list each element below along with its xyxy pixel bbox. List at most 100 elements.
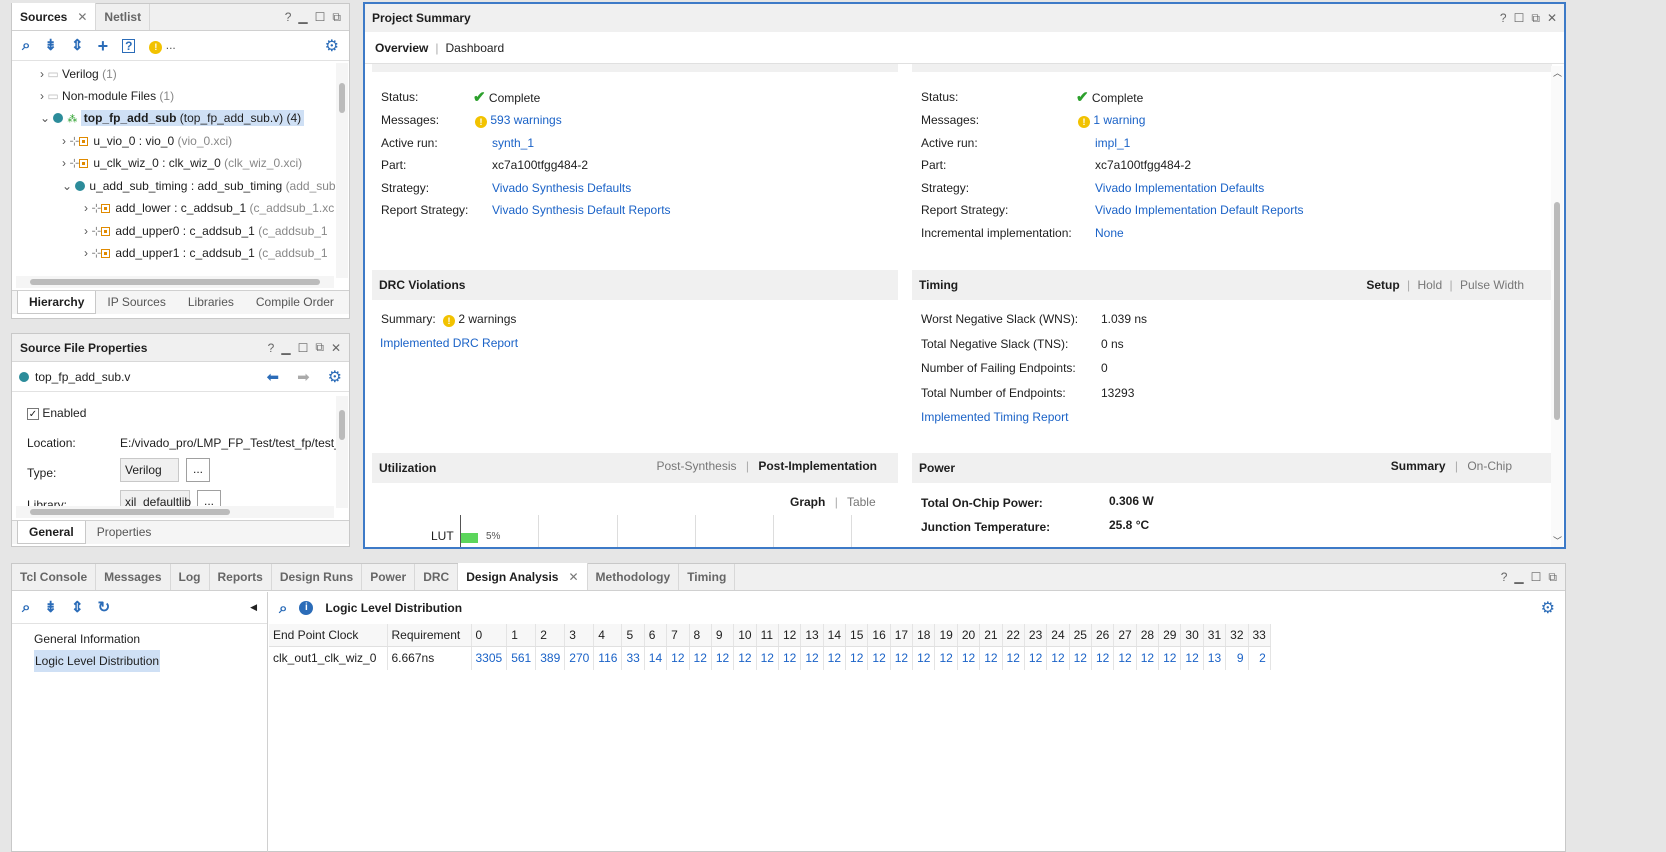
tab-netlist[interactable]: Netlist <box>96 4 151 30</box>
synth-run-link[interactable]: synth_1 <box>492 136 534 150</box>
close-icon[interactable]: ✕ <box>568 564 578 590</box>
logic-level-header[interactable]: 28 <box>1136 624 1160 647</box>
help-icon[interactable]: ? <box>285 10 292 24</box>
logic-level-header[interactable]: 7 <box>666 624 690 647</box>
logic-level-header[interactable]: 3 <box>564 624 595 647</box>
logic-level-header[interactable]: 9 <box>711 624 735 647</box>
tree-row-verilog[interactable]: › ▭ Verilog (1) <box>40 63 117 85</box>
minimize-icon[interactable]: ▁ <box>298 10 307 24</box>
logic-level-count[interactable]: 12 <box>890 646 914 670</box>
logic-level-header[interactable]: 10 <box>733 624 757 647</box>
power-mode-summary[interactable]: Summary <box>1391 459 1446 473</box>
synth-report-link[interactable]: Vivado Synthesis Default Reports <box>492 203 671 217</box>
tab-overview[interactable]: Overview <box>375 41 428 55</box>
scroll-thumb[interactable] <box>30 279 320 285</box>
tree-row-add-sub-timing[interactable]: ⌄ u_add_sub_timing : add_sub_timing (add… <box>62 175 336 197</box>
nav-item-general-information[interactable]: General Information <box>34 629 140 649</box>
collapse-all-icon[interactable]: ⇟ <box>44 600 57 615</box>
scroll-thumb[interactable] <box>30 509 230 515</box>
logic-level-count[interactable]: 33 <box>621 646 645 670</box>
maximize-icon[interactable]: ☐ <box>315 10 326 24</box>
synth-strategy-link[interactable]: Vivado Synthesis Defaults <box>492 181 631 195</box>
props-vscrollbar[interactable] <box>336 396 348 508</box>
close-icon[interactable]: ✕ <box>331 341 341 355</box>
logic-level-count[interactable]: 12 <box>1091 646 1115 670</box>
logic-level-header[interactable]: 13 <box>800 624 824 647</box>
util-view-table[interactable]: Table <box>847 495 876 509</box>
logic-level-count[interactable]: 12 <box>756 646 779 670</box>
logic-level-header[interactable]: 4 <box>593 624 623 647</box>
settings-gear-icon[interactable]: ⚙ <box>325 36 339 56</box>
logic-level-header[interactable]: 16 <box>867 624 891 647</box>
float-icon[interactable]: ⧉ <box>1548 570 1557 585</box>
chevron-right-icon[interactable]: › <box>84 224 88 238</box>
help-icon[interactable]: ? <box>268 341 275 355</box>
summary-vscrollbar[interactable]: ︿ ﹀ <box>1551 66 1563 547</box>
maximize-icon[interactable]: ☐ <box>1531 570 1542 584</box>
logic-level-count[interactable]: 12 <box>957 646 981 670</box>
logic-level-count[interactable]: 12 <box>845 646 869 670</box>
logic-level-count[interactable]: 12 <box>666 646 690 670</box>
logic-level-header[interactable]: 33 <box>1248 624 1271 647</box>
logic-level-count[interactable]: 270 <box>564 646 595 670</box>
checkbox-icon[interactable]: ✓ <box>27 408 39 420</box>
maximize-icon[interactable]: ☐ <box>1514 11 1525 25</box>
table-row[interactable]: clk_out1_clk_wiz_0 6.667ns 3305 561 389 270 11… <box>269 646 1271 670</box>
tab-hierarchy[interactable]: Hierarchy <box>17 291 97 314</box>
add-sources-icon[interactable]: + <box>98 37 109 55</box>
logic-level-header[interactable]: 32 <box>1225 624 1249 647</box>
logic-level-count[interactable]: 12 <box>1180 646 1204 670</box>
logic-level-header[interactable]: 21 <box>979 624 1003 647</box>
help-icon[interactable]: ? <box>1501 570 1508 584</box>
logic-level-header[interactable]: 29 <box>1158 624 1182 647</box>
logic-level-header[interactable]: 22 <box>1002 624 1025 647</box>
impl-strategy-link[interactable]: Vivado Implementation Defaults <box>1095 181 1264 195</box>
type-field[interactable]: Verilog <box>120 458 179 482</box>
float-icon[interactable]: ⧉ <box>332 10 341 25</box>
timing-mode-setup[interactable]: Setup <box>1366 278 1399 292</box>
logic-level-header[interactable]: 1 <box>506 624 537 647</box>
util-view-graph[interactable]: Graph <box>790 495 825 509</box>
logic-level-count[interactable]: 12 <box>1069 646 1092 670</box>
expand-all-icon[interactable]: ⇕ <box>71 600 84 615</box>
tree-row-add-upper1[interactable]: › ⊹ add_upper1 : c_addsub_1 (c_addsub_1 <box>84 242 328 264</box>
logic-level-count[interactable]: 12 <box>1113 646 1137 670</box>
scroll-down-icon[interactable]: ﹀ <box>1553 534 1562 547</box>
nav-item-logic-level-distribution[interactable]: Logic Level Distribution <box>34 650 161 672</box>
impl-report-link[interactable]: Vivado Implementation Default Reports <box>1095 203 1304 217</box>
logic-level-count[interactable]: 389 <box>535 646 566 670</box>
timing-mode-pulse-width[interactable]: Pulse Width <box>1460 278 1524 292</box>
minimize-icon[interactable]: ▁ <box>1514 570 1523 584</box>
float-icon[interactable]: ⧉ <box>315 340 324 355</box>
util-mode-post-synthesis[interactable]: Post-Synthesis <box>656 459 736 473</box>
logic-level-count[interactable]: 12 <box>912 646 936 670</box>
scroll-thumb[interactable] <box>339 83 345 113</box>
logic-level-header[interactable]: 24 <box>1046 624 1070 647</box>
logic-level-count[interactable]: 14 <box>644 646 668 670</box>
info-icon[interactable]: i <box>299 601 314 615</box>
tab-ip-sources[interactable]: IP Sources <box>96 291 176 314</box>
back-arrow-icon[interactable]: ⬅ <box>267 368 280 386</box>
logic-level-count[interactable]: 12 <box>1158 646 1182 670</box>
logic-level-header[interactable]: 27 <box>1113 624 1137 647</box>
tab-reports[interactable]: Reports <box>210 564 272 590</box>
logic-level-count[interactable]: 12 <box>733 646 757 670</box>
expand-all-icon[interactable]: ⇕ <box>71 38 84 53</box>
tab-design-analysis[interactable]: Design Analysis ✕ <box>458 563 588 590</box>
logic-level-header[interactable]: 19 <box>934 624 958 647</box>
tab-design-runs[interactable]: Design Runs <box>272 564 363 590</box>
logic-level-header[interactable]: 0 <box>471 624 508 647</box>
logic-level-header[interactable]: 17 <box>890 624 914 647</box>
logic-level-header[interactable]: 15 <box>845 624 869 647</box>
tree-row-add-lower[interactable]: › ⊹ add_lower : c_addsub_1 (c_addsub_1.xc <box>84 197 334 219</box>
tree-row-add-upper0[interactable]: › ⊹ add_upper0 : c_addsub_1 (c_addsub_1 <box>84 220 328 242</box>
chevron-right-icon[interactable]: › <box>84 246 88 260</box>
logic-level-count[interactable]: 3305 <box>471 646 508 670</box>
tab-timing[interactable]: Timing <box>679 564 736 590</box>
timing-mode-hold[interactable]: Hold <box>1417 278 1442 292</box>
logic-level-header[interactable]: 2 <box>535 624 566 647</box>
sources-vscrollbar[interactable] <box>336 63 348 278</box>
logic-level-header[interactable]: 30 <box>1180 624 1204 647</box>
search-icon[interactable]: ⌕ <box>279 601 287 616</box>
impl-incr-link[interactable]: None <box>1095 226 1124 240</box>
